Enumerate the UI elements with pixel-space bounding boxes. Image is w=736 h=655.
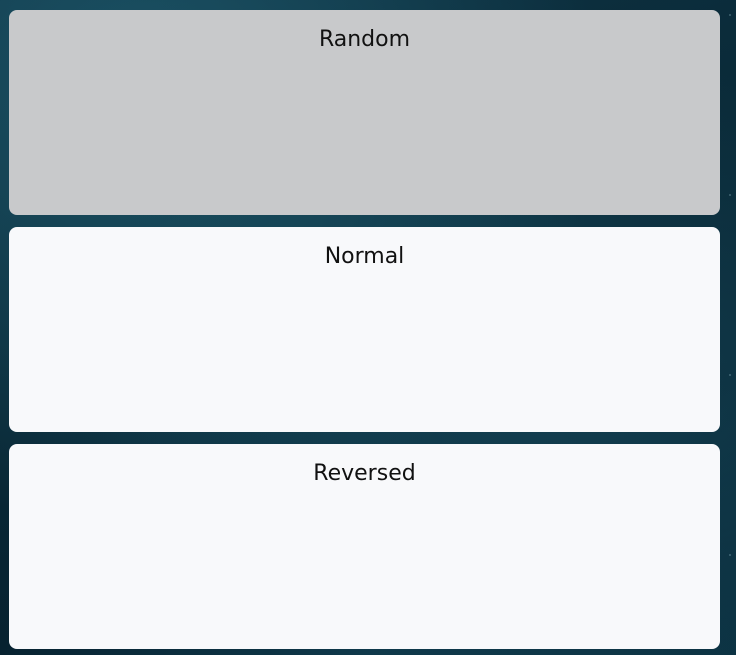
option-label: Normal [324, 244, 405, 269]
option-random-button[interactable]: Random [9, 10, 720, 215]
option-label: Reversed [313, 461, 416, 486]
order-option-list: Random Normal Reversed [9, 10, 720, 649]
option-label: Random [318, 27, 411, 52]
option-normal-button[interactable]: Normal [9, 227, 720, 432]
option-reversed-button[interactable]: Reversed [9, 444, 720, 649]
